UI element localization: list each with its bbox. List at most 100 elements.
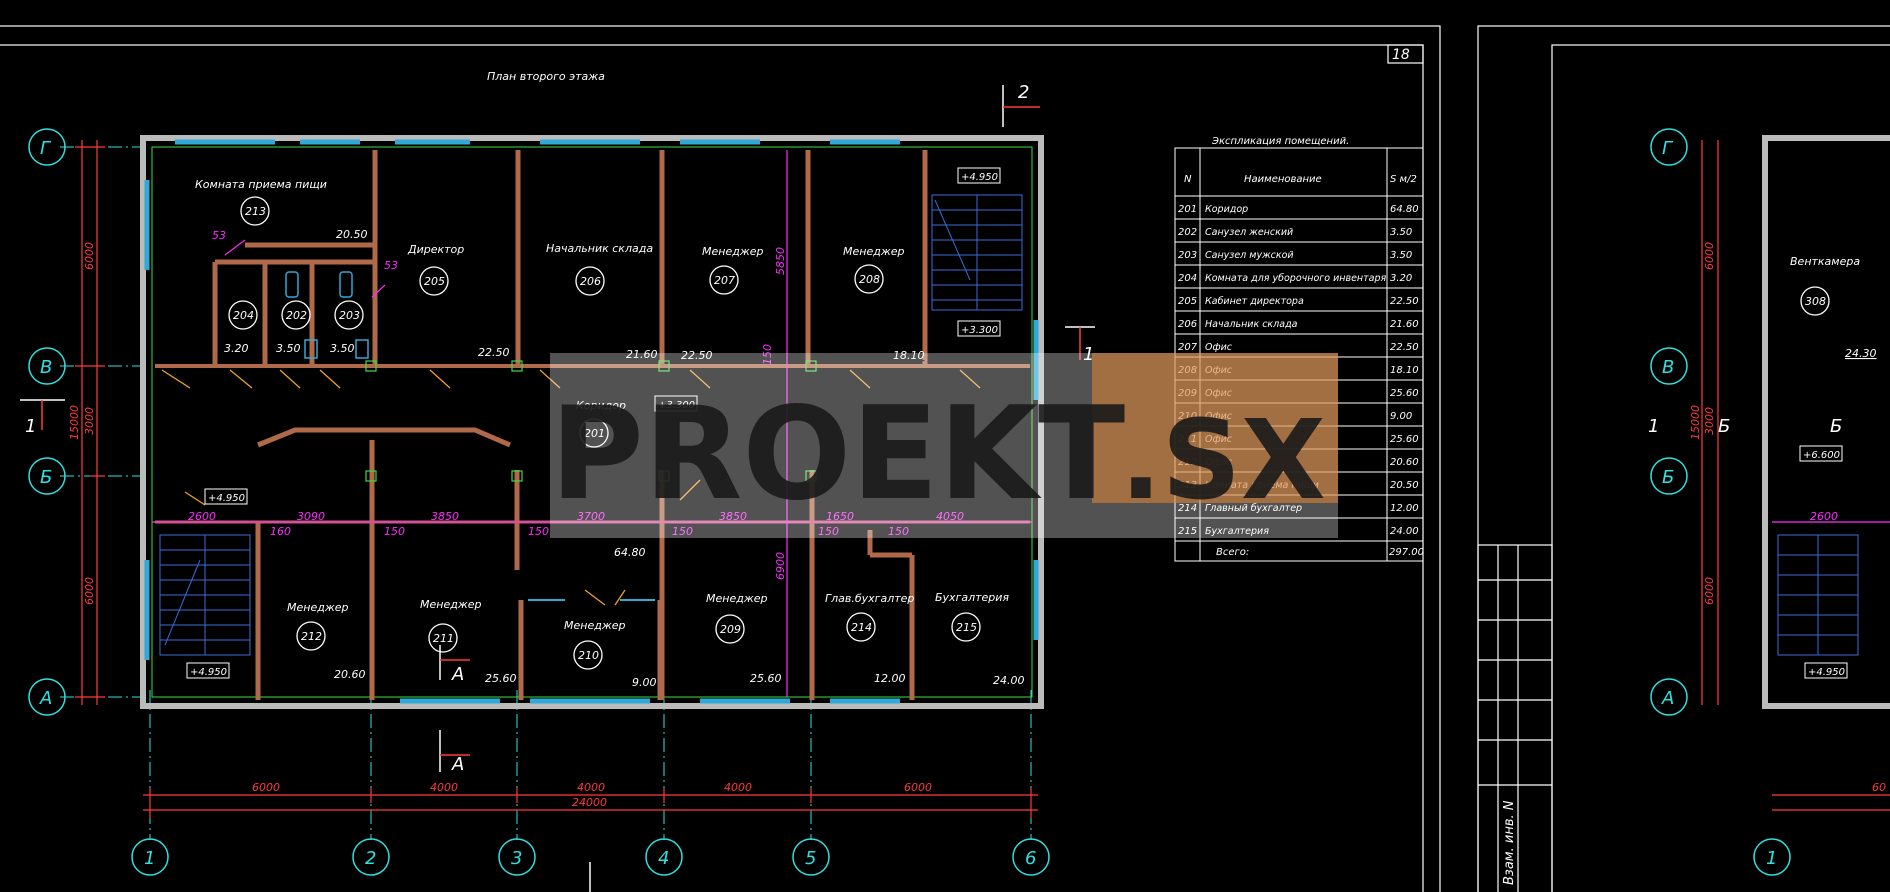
expl-name: Санузел женский [1205,227,1293,238]
dim-corr-5: 3850 [431,510,459,523]
dim-left-4: 6000 [83,577,96,605]
room-212-num: 212 [301,630,322,643]
dim-bottom-1: 6000 [252,781,280,794]
right-level-1: +6.600 [1803,450,1840,461]
expl-num: 207 [1178,342,1198,353]
room-208-num: 208 [859,273,880,286]
room-208-name: Менеджер [843,245,905,258]
right-axis-row-a: А [1661,688,1674,709]
room-205-num: 205 [424,275,445,288]
right-room-area: 24.30 [1845,347,1877,360]
expl-area: 3.20 [1390,273,1412,284]
axis-row-g: Г [40,138,52,159]
right-axis-col-1: 1 [1766,848,1777,869]
room-206-name: Начальник склада [546,242,653,255]
right-dim-corridor: 2600 [1810,510,1838,523]
expl-num: 201 [1178,204,1197,215]
axis-row-a: А [39,688,52,709]
axis-col-3: 3 [511,848,522,869]
dim-corr-3: 3090 [297,510,325,523]
room-211-num: 211 [433,632,454,645]
room-202-num: 202 [286,309,307,322]
right-dim-bottom: 60 [1872,781,1886,794]
room-206-num: 206 [580,275,601,288]
stair-bottom-left [159,534,251,656]
axis-col-5: 5 [805,848,816,869]
room-215-name: Бухгалтерия [935,591,1009,604]
room-210-name: Менеджер [564,619,626,632]
sheet-number: 18 [1392,47,1410,63]
right-sheet-plan [1650,128,1890,876]
sheet-title: План второго этажа [487,70,605,83]
room-214-num: 214 [851,621,872,634]
level-5: +4.950 [190,667,227,678]
right-axis-row-b: Б [1662,467,1674,488]
explication-header-name: Наименование [1244,174,1322,185]
room-207-name: Менеджер [702,245,764,258]
dim-vert-3: 6900 [774,552,787,580]
explication-header-area: S м/2 [1390,174,1417,185]
axis-row-v: В [40,357,52,378]
dim-bottom-3: 4000 [577,781,605,794]
room-209-area: 25.60 [750,672,782,685]
expl-area: 20.60 [1390,457,1419,468]
dim-corr-6: 150 [528,525,549,538]
room-214-area: 12.00 [874,672,906,685]
dim-bottom-4: 4000 [724,781,752,794]
expl-area: 9.00 [1390,411,1412,422]
drawing-canvas: 18 Взам. инв. N План второго этажа Г В Б… [0,25,1890,892]
dim-bottom-2: 4000 [430,781,458,794]
expl-num: 203 [1178,250,1197,261]
dim-corr-2: 160 [270,525,291,538]
room-203-num: 203 [339,309,360,322]
room-210-num: 210 [578,649,599,662]
room-202-area: 3.50 [276,342,301,355]
dim-corr-1: 2600 [188,510,216,523]
axis-col-6: 6 [1025,848,1036,869]
level-1: +4.950 [961,172,998,183]
right-room-name: Венткамера [1790,255,1860,268]
expl-num: 202 [1178,227,1197,238]
room-211-name: Менеджер [420,598,482,611]
axis-col-1: 1 [144,848,155,869]
right-section-1: 1 [1648,416,1659,437]
right-room-num: 308 [1805,295,1826,308]
expl-area: 21.60 [1390,319,1419,330]
dim-total: 24000 [572,796,607,809]
room-213-name: Комната приема пищи [195,178,327,191]
room-211-area: 25.60 [485,672,517,685]
side-stamp-label: Взам. инв. N [1502,800,1517,885]
expl-name: Санузел мужской [1205,250,1294,261]
expl-area: 25.60 [1390,434,1419,445]
room-215-num: 215 [956,621,977,634]
watermark-text: PROEKT [550,380,1125,529]
expl-area: 20.50 [1390,480,1419,491]
right-section-b-2: Б [1830,416,1842,437]
room-214-name: Глав.бухгалтер [825,592,914,605]
right-dim-left-2: 3000 [1703,407,1716,435]
right-dim-left-1: 6000 [1703,242,1716,270]
expl-area: 64.80 [1390,204,1419,215]
axis-col-4: 4 [658,848,669,869]
expl-num: 205 [1178,296,1197,307]
explication-total-label: Всего: [1216,547,1249,558]
dim-small-2: 53 [384,259,398,272]
room-209-name: Менеджер [706,592,768,605]
right-section-b-1: Б [1718,416,1730,437]
expl-area: 24.00 [1390,526,1419,537]
expl-area: 3.50 [1390,250,1412,261]
right-axis-row-g: Г [1662,138,1674,159]
dim-corr-4: 150 [384,525,405,538]
watermark: PROEKT .SX [550,353,1338,538]
room-209-num: 209 [720,623,741,636]
axis-col-2: 2 [365,848,376,869]
right-dim-left-4: 6000 [1703,577,1716,605]
room-212-area: 20.60 [334,668,366,681]
watermark-suffix: .SX [1120,396,1326,524]
section-1-label-left: 1 [25,416,36,437]
expl-name: Офис [1205,342,1233,353]
room-204-num: 204 [233,309,254,322]
level-2: +3.300 [961,325,998,336]
room-205-area: 22.50 [478,346,510,359]
level-4: +4.950 [208,493,245,504]
